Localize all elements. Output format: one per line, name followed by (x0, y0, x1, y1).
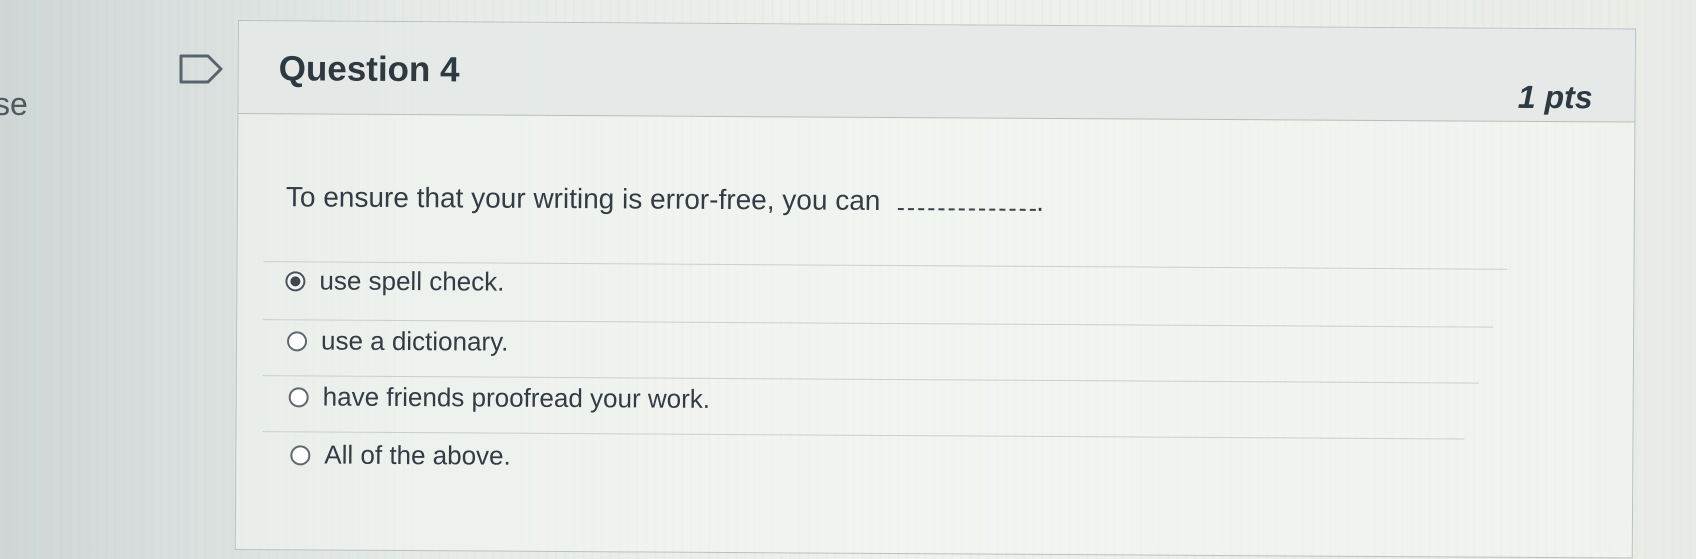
answer-blank (898, 200, 1037, 211)
question-title: Question 4 (278, 49, 460, 90)
bookmark-flag-icon (179, 54, 223, 84)
radio-icon[interactable] (290, 444, 311, 465)
radio-icon[interactable] (286, 330, 308, 351)
radio-selected-icon[interactable] (285, 270, 306, 291)
question-points: 1 pts (1517, 78, 1593, 116)
question-prompt-end: . (1036, 185, 1045, 217)
question-header: Question 4 1 pts (238, 21, 1635, 123)
answer-option-2[interactable]: use a dictionary. (286, 325, 509, 357)
answer-label: have friends proofread your work. (322, 381, 711, 414)
answer-divider (262, 431, 1465, 440)
answer-label: use a dictionary. (320, 325, 509, 357)
question-card: Question 4 1 pts To ensure that your wri… (234, 20, 1636, 559)
answer-label: All of the above. (324, 439, 511, 471)
answer-option-4[interactable]: All of the above. (290, 439, 511, 471)
question-text: To ensure that your writing is error-fre… (286, 181, 1044, 218)
radio-icon[interactable] (288, 386, 309, 407)
answer-label: use spell check. (319, 265, 505, 297)
question-prompt: To ensure that your writing is error-fre… (285, 181, 881, 216)
left-edge-text: se (0, 86, 28, 122)
answer-option-1[interactable]: use spell check. (285, 265, 504, 297)
answer-option-3[interactable]: have friends proofread your work. (288, 381, 711, 415)
flag-question-button[interactable] (178, 52, 226, 86)
